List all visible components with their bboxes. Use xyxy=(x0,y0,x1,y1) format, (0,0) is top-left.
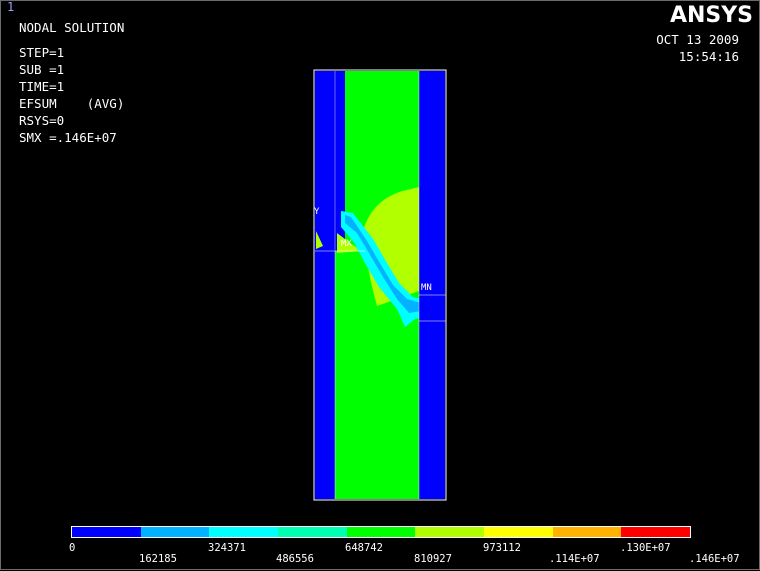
legend-tick-3: 486556 xyxy=(276,553,314,565)
flange-blue xyxy=(419,295,445,321)
legend-band-2 xyxy=(140,527,210,537)
upper-left-blue-step xyxy=(335,71,345,211)
mx-marker: MX xyxy=(341,239,352,249)
legend-band-9 xyxy=(621,527,691,537)
left-blue-column xyxy=(315,71,335,499)
mn-marker: MN xyxy=(421,283,432,293)
legend-tick-9: .146E+07 xyxy=(689,553,740,565)
legend-tick-5: 810927 xyxy=(414,553,452,565)
contour-model xyxy=(313,69,447,501)
graphics-viewport[interactable]: 1 NODAL SOLUTION STEP=1 SUB =1 TIME=1 EF… xyxy=(0,0,760,570)
legend-band-1 xyxy=(72,527,141,537)
legend-tick-7: .114E+07 xyxy=(549,553,600,565)
color-legend xyxy=(71,526,691,538)
legend-tick-0: 0 xyxy=(69,542,76,554)
legend-band-3 xyxy=(209,527,279,537)
legend-tick-1: 162185 xyxy=(139,553,177,565)
legend-tick-8: .130E+07 xyxy=(620,542,671,554)
legend-band-7 xyxy=(484,527,553,537)
legend-tick-6: 973112 xyxy=(483,542,521,554)
legend-band-4 xyxy=(278,527,347,537)
legend-band-8 xyxy=(552,527,622,537)
legend-band-5 xyxy=(346,527,416,537)
axis-y-label: Y xyxy=(314,207,320,217)
legend-tick-4: 648742 xyxy=(345,542,383,554)
legend-band-6 xyxy=(415,527,485,537)
legend-tick-2: 324371 xyxy=(208,542,246,554)
